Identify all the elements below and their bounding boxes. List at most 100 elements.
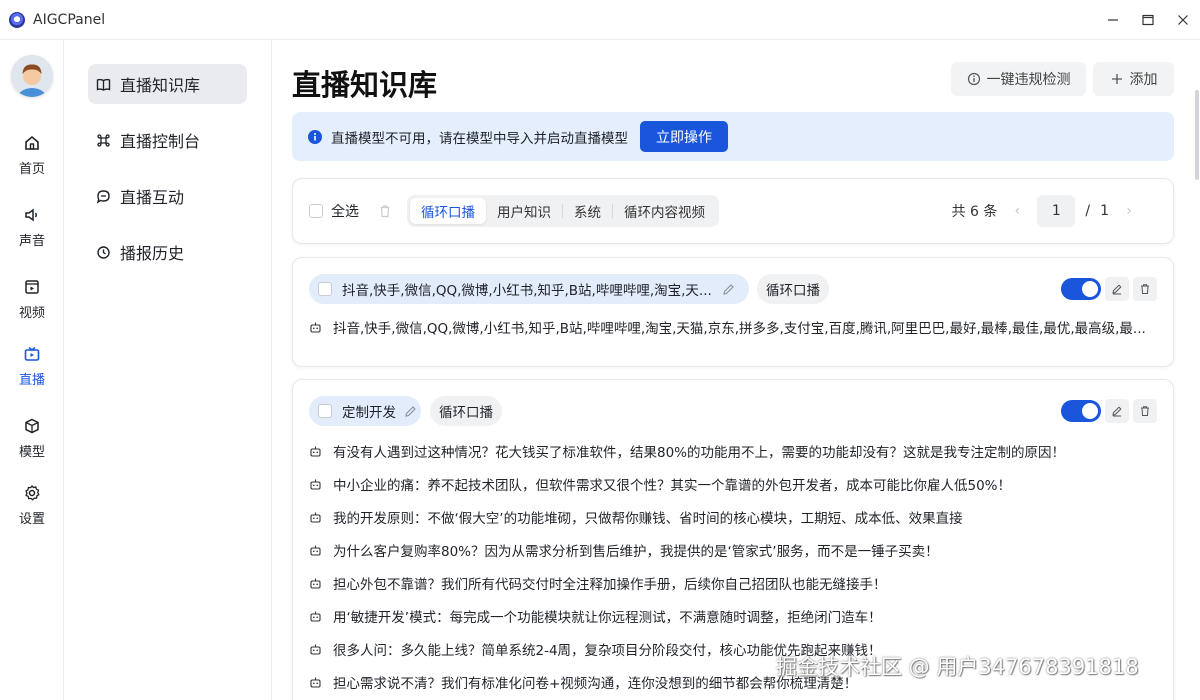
entry-content-line: 我的开发原则：不做‘假大空’的功能堆砌，只做帮你赚钱、省时间的核心模块，工期短、… [309, 507, 963, 527]
trash-icon [380, 205, 390, 218]
entry-content-text: 担心外包不靠谱？我们所有代码交付时全注释加操作手册，后续你自己招团队也能无缝接手… [333, 577, 887, 593]
page-title: 直播知识库 [292, 68, 438, 102]
page-input[interactable]: 1 [1037, 195, 1076, 227]
entry-title: 抖音,快手,微信,QQ,微博,小红书,知乎,B站,哔哩哔哩,淘宝,天... [342, 283, 712, 299]
gear-icon [25, 484, 40, 501]
subnav-item-console[interactable]: 直播控制台 [88, 120, 247, 160]
entry-content-line: 抖音,快手,微信,QQ,微博,小红书,知乎,B站,哔哩哔哩,淘宝,天猫,京东,拼… [309, 317, 1159, 337]
entry-type-tag: 循环口播 [430, 396, 502, 426]
robot-icon [310, 479, 321, 490]
entry-content-line: 为什么客户复购率80%？因为从需求分析到售后维护，我提供的是‘管家式’服务，而不… [309, 540, 939, 560]
close-button[interactable] [1165, 0, 1200, 40]
main-content: 直播知识库 一键违规检测 添加 直播模型不可用，请在模型中导入并启动直播模型 立… [273, 40, 1194, 700]
bulk-delete-button[interactable] [369, 195, 401, 227]
scrollbar[interactable] [1194, 40, 1200, 700]
edit-entry-button[interactable] [1105, 399, 1129, 423]
edit-title-icon[interactable] [404, 405, 417, 418]
subnav-item-label: 直播知识库 [120, 76, 201, 95]
nav-item-label: 直播 [18, 372, 45, 388]
entry-content-text: 中小企业的痛：养不起技术团队，但软件需求又很个性？其实一个靠谱的外包开发者，成本… [333, 478, 1012, 494]
next-page-button[interactable]: › [1117, 203, 1141, 219]
compliance-check-button[interactable]: 一键违规检测 [951, 62, 1086, 96]
entry-content-line: 担心外包不靠谱？我们所有代码交付时全注释加操作手册，后续你自己招团队也能无缝接手… [309, 573, 887, 593]
speaker-icon [25, 208, 37, 221]
app-title: AIGCPanel [33, 11, 106, 28]
entry-enable-toggle[interactable] [1061, 278, 1101, 300]
tab-user-knowledge[interactable]: 用户知识 [486, 198, 562, 224]
entry-enable-toggle[interactable] [1061, 400, 1101, 422]
close-icon [1177, 15, 1188, 25]
robot-icon [310, 322, 321, 333]
book-icon [96, 78, 111, 91]
nav-item-model[interactable]: 模型 [0, 408, 64, 468]
entry-title: 定制开发 [342, 405, 396, 421]
nav-item-home[interactable]: 首页 [0, 125, 64, 185]
edit-entry-button[interactable] [1105, 277, 1129, 301]
robot-icon [310, 644, 321, 655]
add-label: 添加 [1129, 72, 1158, 88]
entry-content-line: 中小企业的痛：养不起技术团队，但软件需求又很个性？其实一个靠谱的外包开发者，成本… [309, 474, 1011, 494]
toolbar-left: 全选 循环口播 用户知识 系统 循环内容视频 [309, 179, 719, 243]
plus-icon [1111, 74, 1122, 84]
pagination: 共 6 条 ‹ 1 / 1 › [952, 179, 1149, 243]
primary-nav: 首页 声音 视频 直播 模型 设置 [0, 40, 64, 700]
entry-content-text: 有没有人遇到过这种情况？花大钱买了标准软件，结果80%的功能用不上，需要的功能却… [333, 445, 1066, 461]
home-icon [25, 135, 39, 150]
subnav-item-history[interactable]: 播报历史 [88, 232, 247, 272]
subnav-item-knowledge-base[interactable]: 直播知识库 [88, 64, 247, 104]
nav-item-voice[interactable]: 声音 [0, 197, 64, 257]
entry-content-line: 有没有人遇到过这种情况？花大钱买了标准软件，结果80%的功能用不上，需要的功能却… [309, 441, 1065, 461]
minimize-button[interactable] [1095, 0, 1130, 40]
window-controls [1095, 0, 1200, 40]
add-button[interactable]: 添加 [1093, 62, 1174, 96]
entry-content-line: 用‘敏捷开发’模式：每完成一个功能模块就让你远程测试，不满意随时调整，拒绝闭门造… [309, 606, 882, 626]
entry-title-chip[interactable]: 定制开发 [309, 396, 421, 426]
edit-icon [1112, 284, 1122, 295]
history-icon [97, 245, 110, 259]
subnav-item-label: 播报历史 [120, 244, 185, 263]
maximize-button[interactable] [1130, 0, 1165, 40]
nav-item-label: 模型 [18, 444, 45, 460]
avatar[interactable] [11, 55, 53, 97]
app-logo-icon [9, 11, 25, 28]
delete-entry-button[interactable] [1133, 399, 1157, 423]
notice-action-button[interactable]: 立即操作 [640, 121, 728, 152]
video-icon [25, 279, 39, 294]
subnav-item-label: 直播控制台 [120, 132, 201, 151]
entry-content-text: 为什么客户复购率80%？因为从需求分析到售后维护，我提供的是‘管家式’服务，而不… [333, 544, 939, 560]
nav-item-label: 首页 [18, 161, 45, 177]
compliance-check-label: 一键违规检测 [986, 72, 1071, 88]
knowledge-entry-card: 抖音,快手,微信,QQ,微博,小红书,知乎,B站,哔哩哔哩,淘宝,天... 循环… [292, 257, 1174, 367]
trash-icon [1141, 406, 1149, 416]
edit-title-icon[interactable] [722, 283, 735, 296]
nav-item-settings[interactable]: 设置 [0, 475, 64, 535]
tab-loop-broadcast[interactable]: 循环口播 [410, 198, 486, 224]
cube-icon [25, 418, 39, 433]
model-unavailable-notice: 直播模型不可用，请在模型中导入并启动直播模型 立即操作 [292, 112, 1174, 161]
notice-text: 直播模型不可用，请在模型中导入并启动直播模型 [331, 130, 628, 147]
tab-loop-video[interactable]: 循环内容视频 [613, 198, 716, 224]
subnav-item-label: 直播互动 [120, 188, 185, 207]
tab-system[interactable]: 系统 [563, 198, 612, 224]
minimize-icon [1107, 19, 1118, 21]
delete-entry-button[interactable] [1133, 277, 1157, 301]
entry-title-chip[interactable]: 抖音,快手,微信,QQ,微博,小红书,知乎,B站,哔哩哔哩,淘宝,天... [309, 274, 749, 304]
entry-type-tag: 循环口播 [757, 274, 829, 304]
info-icon [308, 129, 322, 144]
entry-checkbox[interactable] [318, 282, 332, 296]
entry-checkbox[interactable] [318, 404, 332, 418]
nav-item-video[interactable]: 视频 [0, 269, 64, 329]
nav-item-live[interactable]: 直播 [0, 336, 64, 396]
scrollbar-thumb[interactable] [1195, 90, 1199, 180]
category-tabs: 循环口播 用户知识 系统 循环内容视频 [407, 195, 719, 227]
total-count: 共 6 条 [951, 204, 998, 220]
total-pages: 1 [1100, 203, 1109, 219]
select-all-checkbox[interactable] [309, 204, 323, 218]
watermark: 掘金技术社区 @ 用户347678391818 [776, 655, 1139, 679]
avatar-image [11, 55, 53, 97]
prev-page-button[interactable]: ‹ [1005, 203, 1029, 219]
chat-icon [96, 189, 110, 203]
subnav-item-interaction[interactable]: 直播互动 [88, 176, 247, 216]
nav-item-label: 声音 [18, 233, 45, 249]
robot-icon [310, 512, 321, 523]
